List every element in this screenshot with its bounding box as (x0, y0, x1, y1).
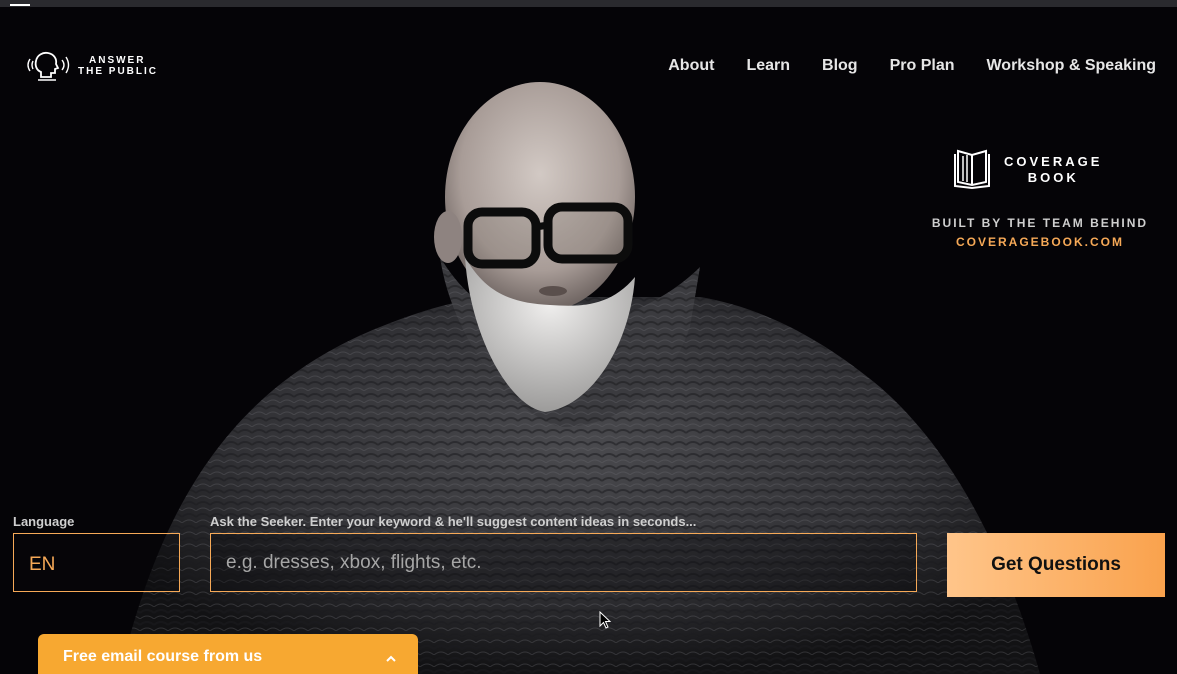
get-questions-button[interactable]: Get Questions (947, 533, 1165, 597)
nav-pro-plan[interactable]: Pro Plan (890, 57, 955, 75)
logo-line1: ANSWER (89, 55, 146, 66)
keyword-search-input[interactable] (210, 533, 917, 592)
language-label: Language (13, 514, 75, 529)
coverage-book-line1: COVERAGE (1004, 154, 1103, 169)
logo-wordmark: ANSWER THE PUBLIC (78, 55, 158, 77)
email-course-label: Free email course from us (63, 648, 263, 665)
email-course-bar[interactable]: Free email course from us (38, 634, 418, 674)
nav-learn[interactable]: Learn (746, 57, 790, 75)
coverage-book-name: COVERAGE BOOK (1004, 154, 1102, 186)
nav-about[interactable]: About (668, 57, 714, 75)
built-by-text: BUILT BY THE TEAM BEHIND (931, 216, 1149, 230)
coveragebook-link[interactable]: COVERAGEBOOK.COM (930, 235, 1150, 249)
speaking-head-icon (27, 51, 70, 81)
chevron-up-icon[interactable] (384, 652, 398, 666)
open-book-icon (954, 149, 990, 190)
language-select[interactable]: EN (13, 533, 180, 592)
logo-line2: THE PUBLIC (78, 66, 158, 77)
nav-workshop-speaking[interactable]: Workshop & Speaking (986, 57, 1156, 75)
coverage-book-logo[interactable]: COVERAGE BOOK (930, 148, 1150, 192)
mouse-cursor-icon (599, 611, 612, 629)
main-nav: About Learn Blog Pro Plan Workshop & Spe… (668, 57, 1156, 75)
answer-the-public-logo[interactable]: ANSWER THE PUBLIC (24, 50, 158, 82)
coverage-book-line2: BOOK (1027, 170, 1079, 185)
nav-blog[interactable]: Blog (822, 57, 858, 75)
keyword-label: Ask the Seeker. Enter your keyword & he'… (210, 514, 697, 529)
menu-dash (10, 4, 30, 6)
coverage-book-promo: COVERAGE BOOK BUILT BY THE TEAM BEHIND C… (930, 148, 1150, 249)
browser-top-strip (0, 0, 1177, 7)
